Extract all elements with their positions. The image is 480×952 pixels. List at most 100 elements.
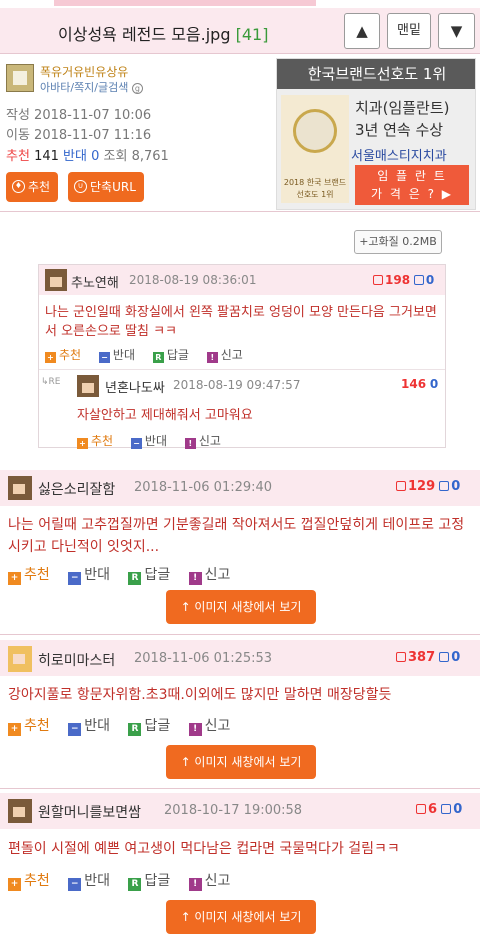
oppose-action[interactable]: − 반대	[98, 348, 135, 363]
go-bottom-button[interactable]: 맨밑	[387, 13, 431, 49]
comment-nick[interactable]: 싫은소리잘함	[38, 479, 115, 499]
comment-time: 2018-11-06 01:29:40	[134, 480, 273, 495]
minus-icon: −	[98, 352, 110, 363]
oppose-action[interactable]: − 반대	[68, 718, 110, 736]
comment-time: 2018-11-06 01:25:53	[134, 651, 273, 666]
author-name[interactable]: 폭유거유빈유상유	[40, 63, 128, 80]
author-avatar[interactable]	[6, 64, 34, 92]
comment-votes: 387 0	[396, 650, 460, 665]
report-action[interactable]: ! 신고	[188, 873, 230, 891]
ad-line-1: 치과(임플란트)	[355, 99, 450, 117]
top-strip	[0, 0, 480, 8]
comment-text: 나는 어릴때 고추껍질까면 기분좋길래 작아져서도 껍질안덮히게 테이프로 고정…	[8, 517, 465, 555]
moved-time: 이동 2018-11-07 11:16	[6, 128, 152, 143]
thumbs-down-icon[interactable]	[441, 804, 452, 814]
open-image-button[interactable]: ↑ 이미지 새창에서 보기	[166, 900, 316, 934]
reply-icon: R	[152, 352, 164, 363]
thumbs-up-icon[interactable]	[396, 481, 406, 491]
thumbs-down-icon[interactable]	[439, 652, 450, 662]
comment-actions: + 추천 − 반대 R 답글 ! 신고	[45, 346, 257, 363]
scroll-up-button[interactable]: ▲	[344, 13, 380, 49]
avatar	[8, 799, 32, 823]
plus-icon: +	[8, 723, 21, 736]
comment-count: [41]	[235, 25, 269, 44]
oppose-action[interactable]: − 반대	[68, 567, 110, 585]
reply-icon: R	[128, 723, 142, 736]
reply-nick[interactable]: 년혼나도싸	[105, 377, 165, 396]
reply-votes: 146 0	[401, 377, 439, 391]
ad-logo: 2018 한국 브랜드 선호도 1위	[281, 95, 349, 203]
comment-nick[interactable]: 히로미마스터	[38, 650, 115, 670]
ad-logo-text-1: 2018 한국 브랜드	[283, 178, 347, 187]
open-image-button[interactable]: ↑ 이미지 새창에서 보기	[166, 590, 316, 624]
title-bar: 이상성욕 레전드 모음.jpg [41] ▲ 맨밑 ▼	[0, 8, 480, 54]
short-url-button[interactable]: ∪ 단축URL	[68, 172, 144, 202]
ad-cta-line-2: 가 격 은 ? ▶	[371, 187, 453, 201]
comment-actions: + 추천 − 반대 R 답글 ! 신고	[8, 564, 244, 585]
oppose-action[interactable]: − 반대	[68, 873, 110, 891]
reply-action[interactable]: R 답글	[152, 348, 189, 363]
ad-cta[interactable]: 임 플 란 트가 격 은 ? ▶	[355, 165, 469, 205]
report-action[interactable]: ! 신고	[184, 434, 221, 449]
comment-text: 편돌이 시절에 예쁜 여고생이 먹다남은 컵라면 국물먹다가 걸림ㅋㅋ	[8, 841, 400, 857]
user-links[interactable]: 아바타/쪽지/글검색 g	[40, 79, 143, 95]
thumbs-down-icon[interactable]	[439, 481, 450, 491]
recommend-action[interactable]: + 추천	[8, 718, 50, 736]
thumbs-up-icon[interactable]	[396, 652, 406, 662]
ad-line-2: 3년 연속 수상	[355, 121, 444, 139]
award-icon	[293, 109, 337, 153]
avatar	[8, 476, 32, 500]
minus-icon: −	[68, 572, 82, 585]
recommend-action[interactable]: + 추천	[8, 567, 50, 585]
minus-icon: −	[130, 438, 142, 449]
comment-time: 2018-08-19 08:36:01	[129, 273, 257, 287]
report-icon: !	[206, 352, 218, 363]
recommend-button[interactable]: ♦ 추천	[6, 172, 58, 202]
comment-text: 나는 군인일때 화장실에서 왼쪽 팔꿈치로 엉덩이 모양 만든다음 그거보면서 …	[45, 305, 437, 339]
comment-text: 강아지풀로 항문자위함.초3때.이외에도 많지만 말하면 매장당할듯	[8, 687, 392, 703]
comment-nick[interactable]: 추노연해	[71, 272, 119, 291]
comment-header: 추노연해 2018-08-19 08:36:01 198 0	[39, 265, 445, 295]
open-image-button[interactable]: ↑ 이미지 새창에서 보기	[166, 745, 316, 779]
thumbs-up-icon[interactable]	[373, 275, 383, 285]
reply-tag: ↳RE	[41, 377, 61, 387]
ad-logo-text-2: 선호도 1위	[296, 190, 334, 199]
plus-icon: +	[8, 572, 21, 585]
plus-icon: +	[8, 878, 21, 891]
high-quality-button[interactable]: +고화질 0.2MB	[354, 230, 442, 254]
thumbs-down-icon[interactable]	[413, 275, 424, 285]
comment-actions: + 추천 − 반대 R 답글 ! 신고	[8, 870, 244, 891]
recommend-action[interactable]: + 추천	[8, 873, 50, 891]
advertisement-banner[interactable]: 한국브랜드선호도 1위 2018 한국 브랜드 선호도 1위 치과(임플란트) …	[276, 58, 476, 210]
divider	[39, 369, 445, 370]
reply-time: 2018-08-19 09:47:57	[173, 378, 301, 392]
ad-headline: 한국브랜드선호도 1위	[277, 59, 475, 89]
thumbs-up-icon[interactable]	[416, 804, 426, 814]
comment-votes: 6 0	[416, 802, 462, 817]
reply-icon: R	[128, 572, 142, 585]
report-action[interactable]: ! 신고	[188, 567, 230, 585]
avatar	[45, 269, 67, 291]
oppose-action[interactable]: − 반대	[130, 434, 167, 449]
report-action[interactable]: ! 신고	[188, 718, 230, 736]
top-strip-accent	[54, 0, 316, 6]
recommend-action[interactable]: + 추천	[45, 348, 81, 363]
comment-nick[interactable]: 원할머니를보면쌈	[38, 802, 141, 822]
minus-icon: −	[68, 878, 82, 891]
report-icon: !	[184, 438, 196, 449]
reply-action[interactable]: R 답글	[128, 873, 170, 891]
report-icon: !	[188, 723, 202, 736]
report-action[interactable]: ! 신고	[206, 348, 243, 363]
scroll-down-button[interactable]: ▼	[438, 13, 475, 49]
recommend-action[interactable]: + 추천	[77, 434, 113, 449]
level-icon: g	[131, 83, 143, 94]
ad-cta-line-1: 임 플 란 트	[377, 169, 447, 183]
link-icon: ∪	[74, 180, 87, 193]
reply-action[interactable]: R 답글	[128, 567, 170, 585]
reply-action[interactable]: R 답글	[128, 718, 170, 736]
ad-line-3: 서울매스티지치과	[351, 149, 447, 164]
comment-actions: + 추천 − 반대 R 답글 ! 신고	[8, 715, 244, 736]
report-icon: !	[188, 572, 202, 585]
plus-icon: +	[77, 438, 88, 449]
post-title: 이상성욕 레전드 모음.jpg [41]	[58, 25, 269, 44]
